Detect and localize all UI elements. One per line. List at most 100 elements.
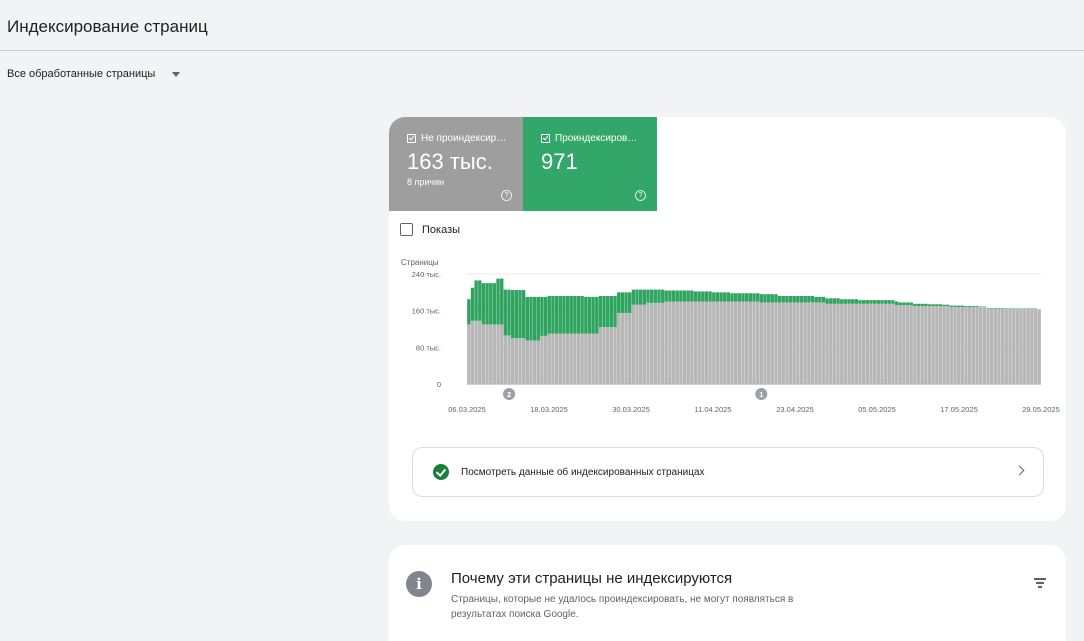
bar-segment [540, 296, 544, 336]
bar-segment [818, 302, 822, 384]
bar-segment [894, 305, 899, 384]
help-icon[interactable]: ? [635, 190, 646, 201]
y-tick-label: 160 тыс. [412, 307, 441, 316]
bar-segment [521, 290, 526, 339]
pages-filter-dropdown[interactable]: Все обработанные страницы [7, 68, 181, 80]
bar-segment [858, 300, 862, 304]
bar-segment [602, 296, 606, 328]
filter-icon[interactable] [1034, 578, 1046, 588]
x-tick-label: 11.04.2025 [695, 405, 732, 414]
bar-segment [737, 301, 742, 384]
bar-segment [470, 287, 475, 321]
bar-segment [1030, 308, 1034, 384]
bar-segment [788, 296, 793, 303]
bar-segment [573, 296, 577, 334]
bar-segment [1033, 308, 1038, 384]
bar-segment [807, 296, 811, 303]
bar-segment [920, 303, 924, 307]
bar-segment [905, 302, 910, 306]
bar-segment [496, 278, 500, 325]
bar-segment [982, 307, 987, 384]
y-tick-label: 80 тыс. [416, 343, 441, 352]
bar-segment [660, 289, 665, 303]
bar-segment [620, 292, 625, 313]
bar-segment [938, 306, 943, 384]
not-indexed-value: 163 тыс. [407, 149, 493, 174]
bar-segment [704, 301, 709, 384]
not-indexed-tile[interactable]: Не проиндексир… 163 тыс. 8 причин ? [389, 117, 523, 211]
bar-segment [887, 300, 891, 304]
bar-segment [554, 333, 559, 384]
bar-segment [467, 324, 471, 384]
bar-segment [796, 296, 800, 303]
view-indexed-pages-link[interactable]: Посмотреть данные об индексированных стр… [412, 447, 1044, 497]
checkbox-checked-icon[interactable] [541, 134, 550, 143]
bar-segment [606, 327, 610, 384]
bar-segment [1015, 308, 1019, 384]
bar-segment [1008, 308, 1012, 384]
bar-segment [620, 312, 625, 384]
bar-segment [968, 306, 972, 307]
bar-segment [821, 296, 826, 303]
bar-segment [902, 302, 906, 306]
bar-segment [898, 305, 902, 384]
bar-segment [872, 303, 877, 384]
help-icon[interactable]: ? [501, 190, 512, 201]
bar-segment [704, 291, 709, 302]
bar-segment [492, 324, 497, 384]
annotation-label: 2 [507, 390, 511, 399]
bar-segment [854, 299, 859, 304]
bar-segment [872, 300, 877, 304]
bar-segment [511, 290, 515, 339]
bar-segment [825, 298, 829, 304]
bar-segment [624, 312, 628, 384]
y-axis-label: Страницы [401, 258, 439, 267]
bar-segment [763, 294, 767, 303]
bar-segment [796, 302, 800, 384]
bar-segment [679, 290, 683, 302]
bar-segment [671, 290, 676, 302]
bar-segment [715, 301, 720, 384]
bar-segment [693, 291, 698, 302]
bar-segment [752, 293, 756, 302]
bar-segment [935, 304, 939, 307]
bar-segment [935, 306, 939, 384]
bar-segment [514, 290, 519, 339]
bar-segment [562, 333, 566, 384]
bar-segment [876, 300, 880, 304]
bar-segment [924, 303, 928, 307]
bar-segment [715, 292, 720, 302]
dropdown-arrow-icon [172, 71, 181, 77]
bar-segment [682, 290, 687, 302]
bar-segment [774, 294, 778, 303]
bar-segment [558, 333, 562, 384]
impressions-toggle[interactable]: Показы [400, 223, 460, 236]
bar-segment [532, 340, 537, 384]
bar-segment [723, 301, 727, 384]
bar-segment [748, 301, 753, 384]
indexed-tile[interactable]: Проиндексиров… 971 ? [523, 117, 657, 211]
bar-segment [876, 303, 880, 384]
bar-segment [752, 301, 756, 384]
chevron-right-icon [1014, 465, 1025, 476]
bar-segment [799, 302, 804, 384]
bar-segment [529, 340, 533, 384]
annotation-label: 1 [759, 390, 763, 399]
impressions-label: Показы [422, 223, 461, 236]
checkbox-checked-icon[interactable] [407, 134, 416, 143]
bar-segment [719, 301, 723, 384]
indexed-label: Проиндексиров… [555, 133, 638, 144]
bar-segment [825, 303, 829, 384]
bar-segment [664, 290, 668, 302]
bar-segment [1026, 308, 1030, 384]
bar-segment [503, 335, 508, 384]
bar-segment [719, 292, 723, 302]
y-tick-label: 240 тыс. [412, 270, 441, 279]
bar-segment [730, 301, 734, 384]
bar-segment [763, 302, 767, 384]
bar-segment [726, 301, 731, 384]
bar-segment [554, 296, 559, 334]
impressions-checkbox[interactable] [400, 223, 413, 236]
x-tick-label: 23.04.2025 [776, 405, 814, 414]
bar-segment [598, 327, 603, 384]
